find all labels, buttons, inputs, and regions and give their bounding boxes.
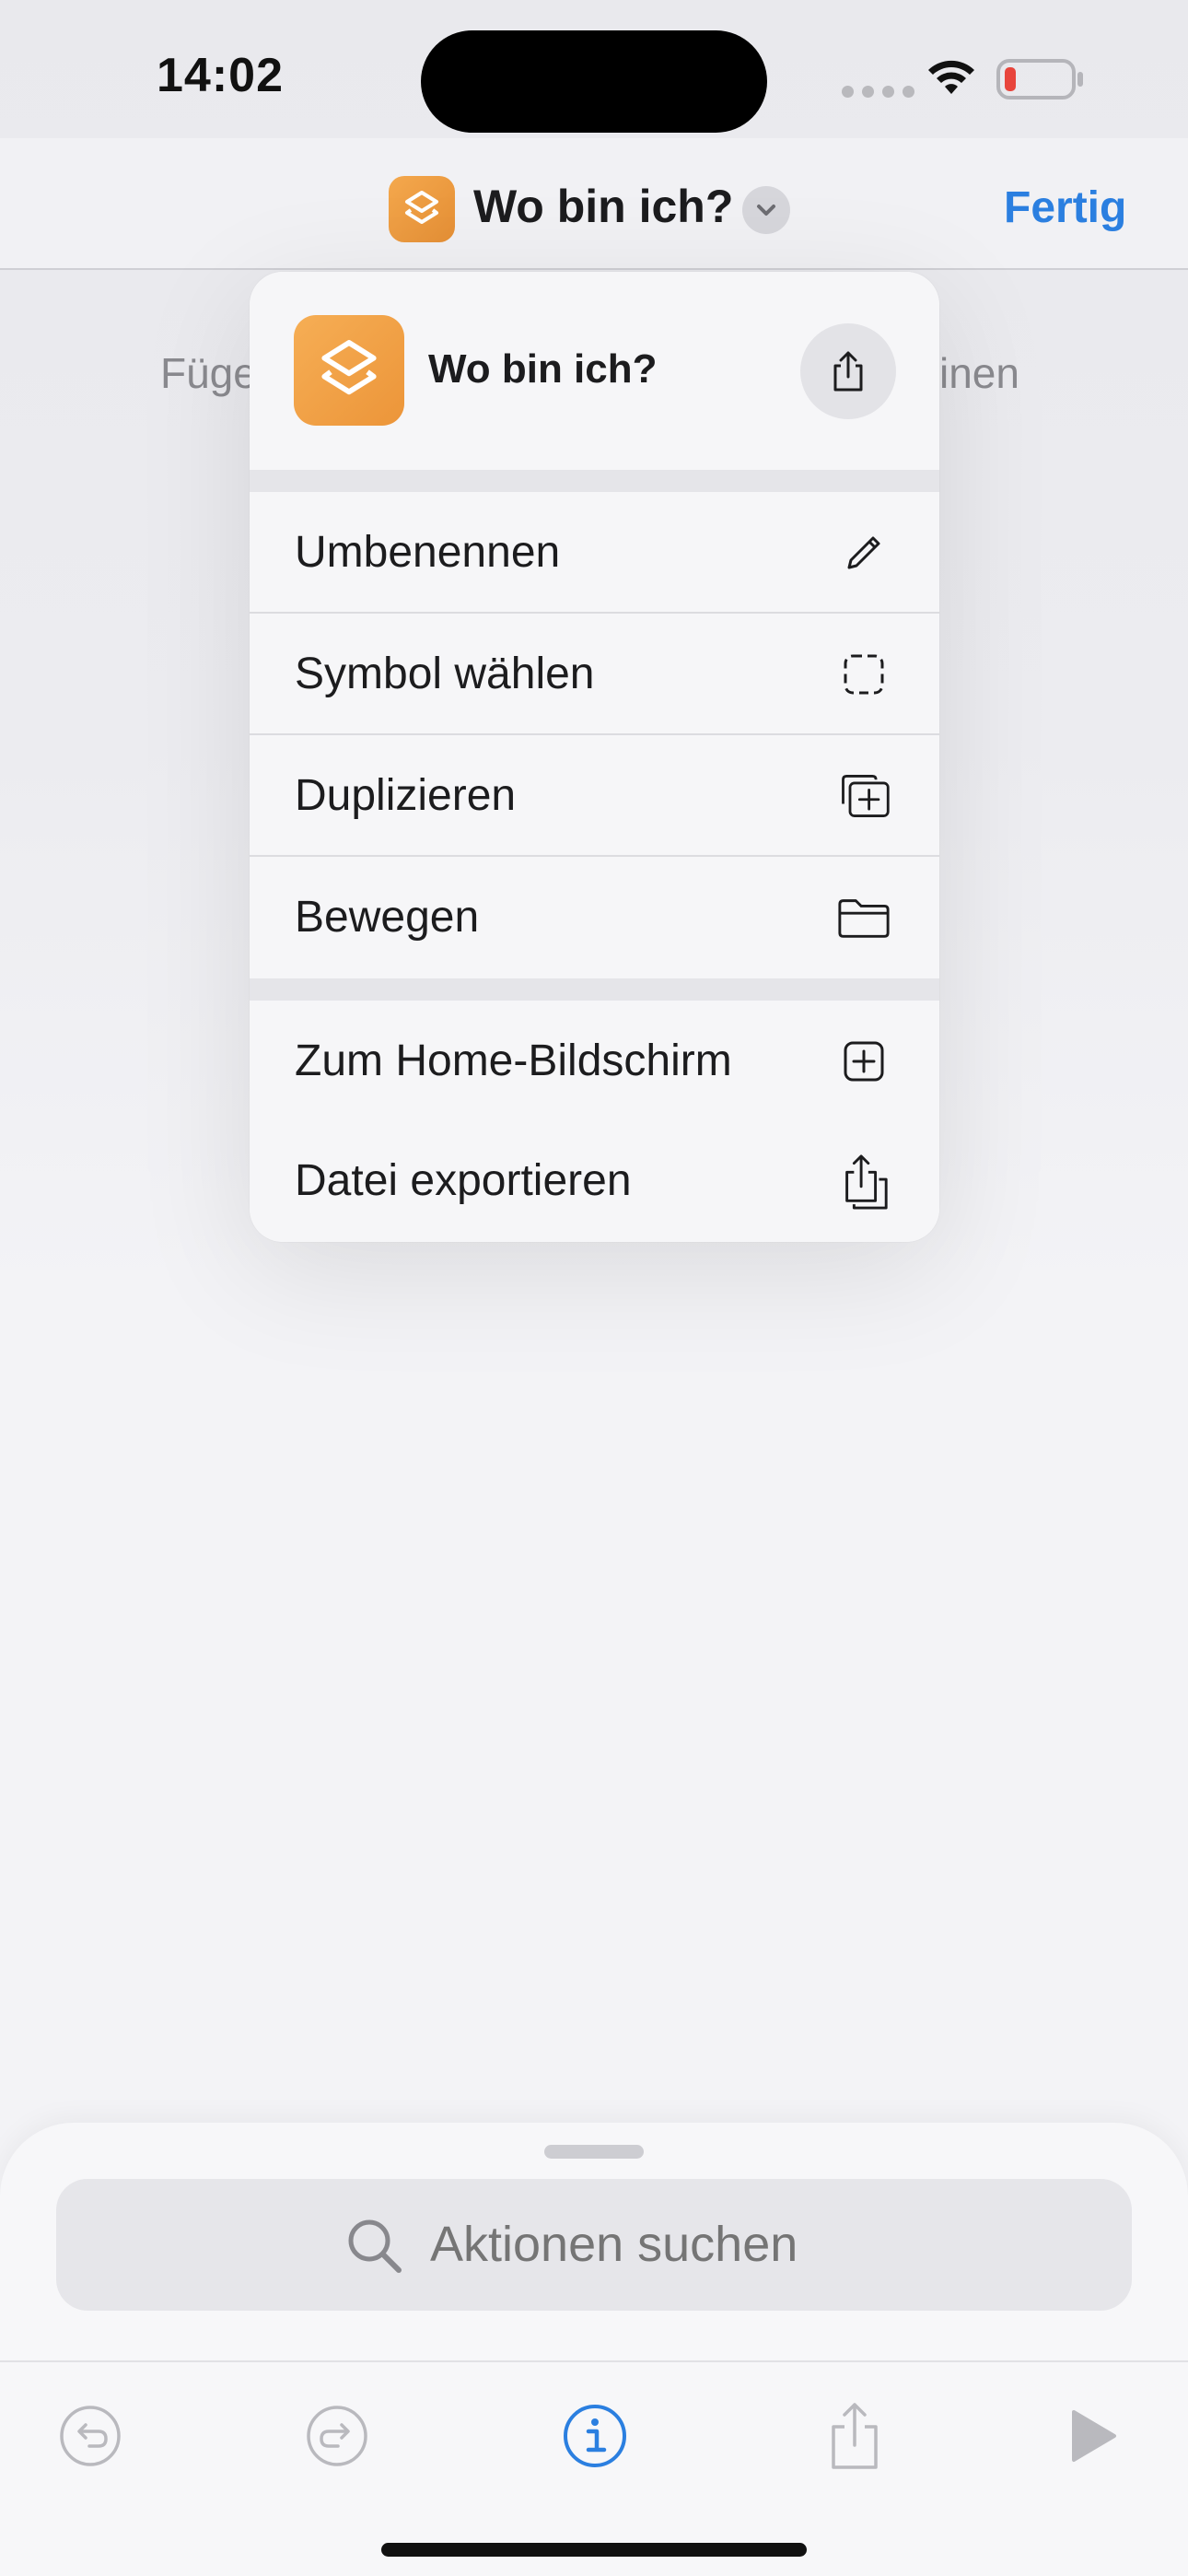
menu-item-label: Symbol wählen	[295, 650, 595, 698]
title-menu-button[interactable]	[742, 186, 790, 234]
menu-shortcut-name: Wo bin ich?	[428, 346, 658, 392]
sheet-grabber[interactable]	[544, 2145, 644, 2159]
menu-section-separator	[250, 978, 939, 1001]
battery-low-icon	[996, 59, 1083, 100]
cellular-signal-icon	[842, 86, 914, 98]
layers-icon	[321, 340, 377, 395]
dynamic-island	[421, 30, 767, 133]
share-icon	[833, 351, 863, 392]
shortcut-app-icon-large	[294, 315, 404, 426]
home-indicator	[381, 2543, 807, 2557]
layers-icon	[405, 191, 438, 224]
shortcut-context-menu: Wo bin ich? Umbenennen Symbol wählen Dup…	[250, 272, 939, 1242]
menu-item-add-to-home-screen[interactable]: Zum Home-Bildschirm	[250, 1001, 939, 1122]
menu-item-duplicate[interactable]: Duplizieren	[250, 735, 939, 857]
plus-square-icon	[836, 1034, 891, 1089]
menu-item-label: Zum Home-Bildschirm	[295, 1036, 732, 1085]
toolbar-divider	[0, 2360, 1188, 2362]
hint-text-right: inen	[939, 349, 1019, 397]
menu-item-rename[interactable]: Umbenennen	[250, 492, 939, 614]
navigation-bar: Wo bin ich? Fertig	[0, 138, 1188, 270]
undo-button[interactable]	[53, 2399, 127, 2473]
export-file-icon	[836, 1153, 891, 1210]
share-button[interactable]	[818, 2399, 891, 2473]
run-button[interactable]	[1055, 2399, 1129, 2473]
search-field[interactable]	[56, 2179, 1132, 2311]
folder-icon	[836, 890, 891, 945]
search-icon	[348, 2219, 402, 2273]
menu-item-label: Bewegen	[295, 893, 480, 942]
status-time: 14:02	[157, 49, 284, 102]
shortcut-app-icon[interactable]	[389, 176, 455, 242]
menu-item-export-file[interactable]: Datei exportieren	[250, 1120, 939, 1242]
shortcut-title[interactable]: Wo bin ich?	[473, 180, 733, 233]
hint-text-left: Füge	[160, 349, 257, 397]
menu-section-separator	[250, 470, 939, 492]
menu-item-choose-icon[interactable]: Symbol wählen	[250, 614, 939, 735]
menu-share-button[interactable]	[800, 323, 896, 419]
menu-item-label: Duplizieren	[295, 771, 517, 820]
search-input[interactable]	[430, 2216, 983, 2273]
menu-header: Wo bin ich?	[250, 272, 939, 470]
done-button[interactable]: Fertig	[1004, 182, 1126, 233]
undo-icon	[60, 2406, 121, 2466]
dashed-square-icon	[836, 647, 891, 702]
pencil-icon	[836, 525, 891, 580]
info-icon	[564, 2405, 626, 2467]
menu-item-label: Umbenennen	[295, 528, 561, 577]
redo-button[interactable]	[300, 2399, 374, 2473]
duplicate-icon	[836, 768, 891, 824]
redo-icon	[307, 2406, 367, 2466]
menu-item-label: Datei exportieren	[295, 1156, 632, 1205]
actions-bottom-sheet	[0, 2123, 1188, 2576]
play-icon	[1072, 2410, 1116, 2462]
menu-item-move[interactable]: Bewegen	[250, 857, 939, 978]
wifi-icon	[928, 60, 974, 94]
info-button[interactable]	[558, 2399, 632, 2473]
chevron-down-icon	[757, 205, 775, 216]
screen: 14:02 Wo bin ich? Fertig Füge inen Wo bi…	[0, 0, 1188, 2576]
share-icon	[832, 2403, 878, 2469]
